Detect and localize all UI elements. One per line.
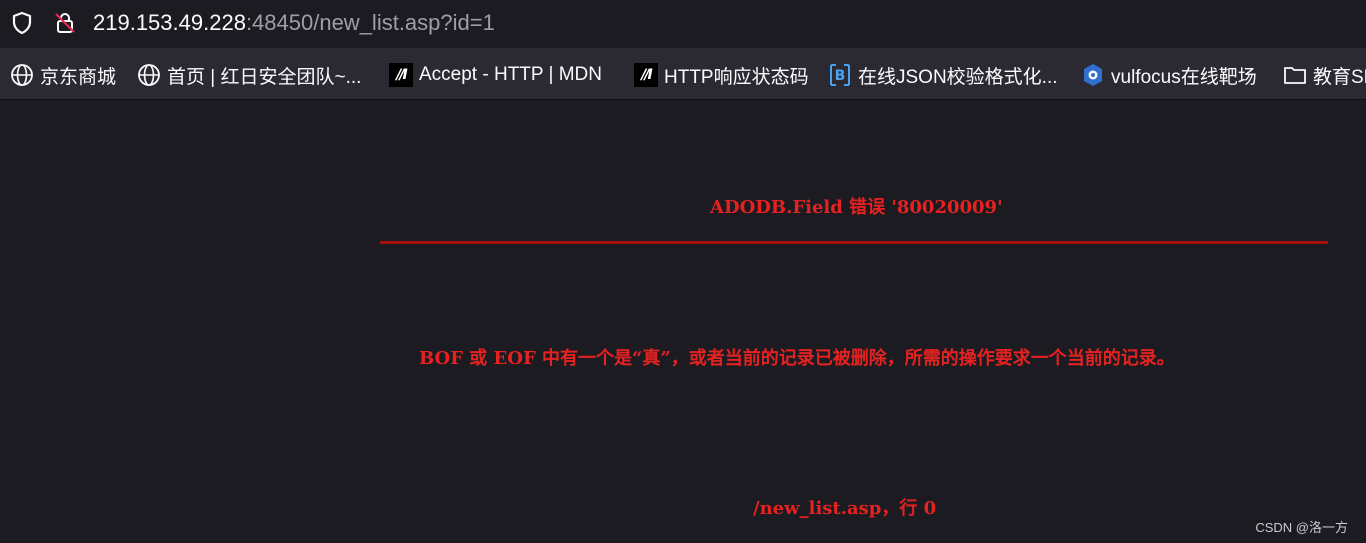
mdn-icon: //I (634, 63, 658, 87)
insecure-lock-icon[interactable] (52, 10, 78, 36)
folder-icon (1283, 63, 1307, 87)
error-title: ADODB.Field 错误 '80020009' (710, 197, 1003, 218)
bookmark-label: 在线JSON校验格式化... (858, 66, 1058, 88)
bookmark-vulfocus[interactable]: vulfocus在线靶场 (1081, 62, 1257, 88)
url-text[interactable]: 219.153.49.228:48450/new_list.asp?id=1 (93, 10, 495, 36)
mdn-icon: //I (389, 63, 413, 87)
globe-icon (10, 63, 34, 87)
bookmark-mdn-accept[interactable]: //I Accept - HTTP | MDN (389, 62, 602, 88)
url-path: :48450/new_list.asp?id=1 (245, 10, 495, 35)
bejson-icon: B (828, 63, 852, 87)
vulfocus-icon (1081, 63, 1105, 87)
bookmark-label: 首页 | 红日安全团队~... (167, 66, 362, 88)
url-host: 219.153.49.228 (93, 10, 246, 35)
address-bar[interactable]: 219.153.49.228:48450/new_list.asp?id=1 (0, 0, 1366, 48)
error-location: /new_list.asp，行 0 (753, 498, 937, 519)
error-divider (380, 241, 1328, 244)
bookmark-folder-edu[interactable]: 教育SR (1283, 62, 1366, 88)
svg-text:B: B (835, 68, 846, 84)
bookmark-label: 教育SR (1313, 66, 1366, 88)
bookmark-label: HTTP响应状态码 (664, 66, 809, 88)
bookmark-bejson[interactable]: B 在线JSON校验格式化... (828, 62, 1058, 88)
bookmarks-toolbar: 京东商城 首页 | 红日安全团队~... //I Accept - HTTP |… (0, 48, 1366, 100)
bookmark-label: Accept - HTTP | MDN (419, 64, 602, 85)
globe-icon (137, 63, 161, 87)
bookmark-label: 京东商城 (40, 66, 117, 88)
bookmark-hongri[interactable]: 首页 | 红日安全团队~... (137, 62, 361, 88)
bookmark-jd[interactable]: 京东商城 (10, 62, 116, 88)
bookmark-label: vulfocus在线靶场 (1111, 66, 1257, 88)
shield-icon[interactable] (10, 11, 34, 35)
page-content: ADODB.Field 错误 '80020009' BOF 或 EOF 中有一个… (0, 101, 1366, 543)
bookmark-mdn-status[interactable]: //I HTTP响应状态码 (634, 62, 809, 88)
csdn-watermark: CSDN @洛一方 (1255, 520, 1348, 535)
error-message: BOF 或 EOF 中有一个是“真”，或者当前的记录已被删除，所需的操作要求一个… (419, 348, 1175, 369)
